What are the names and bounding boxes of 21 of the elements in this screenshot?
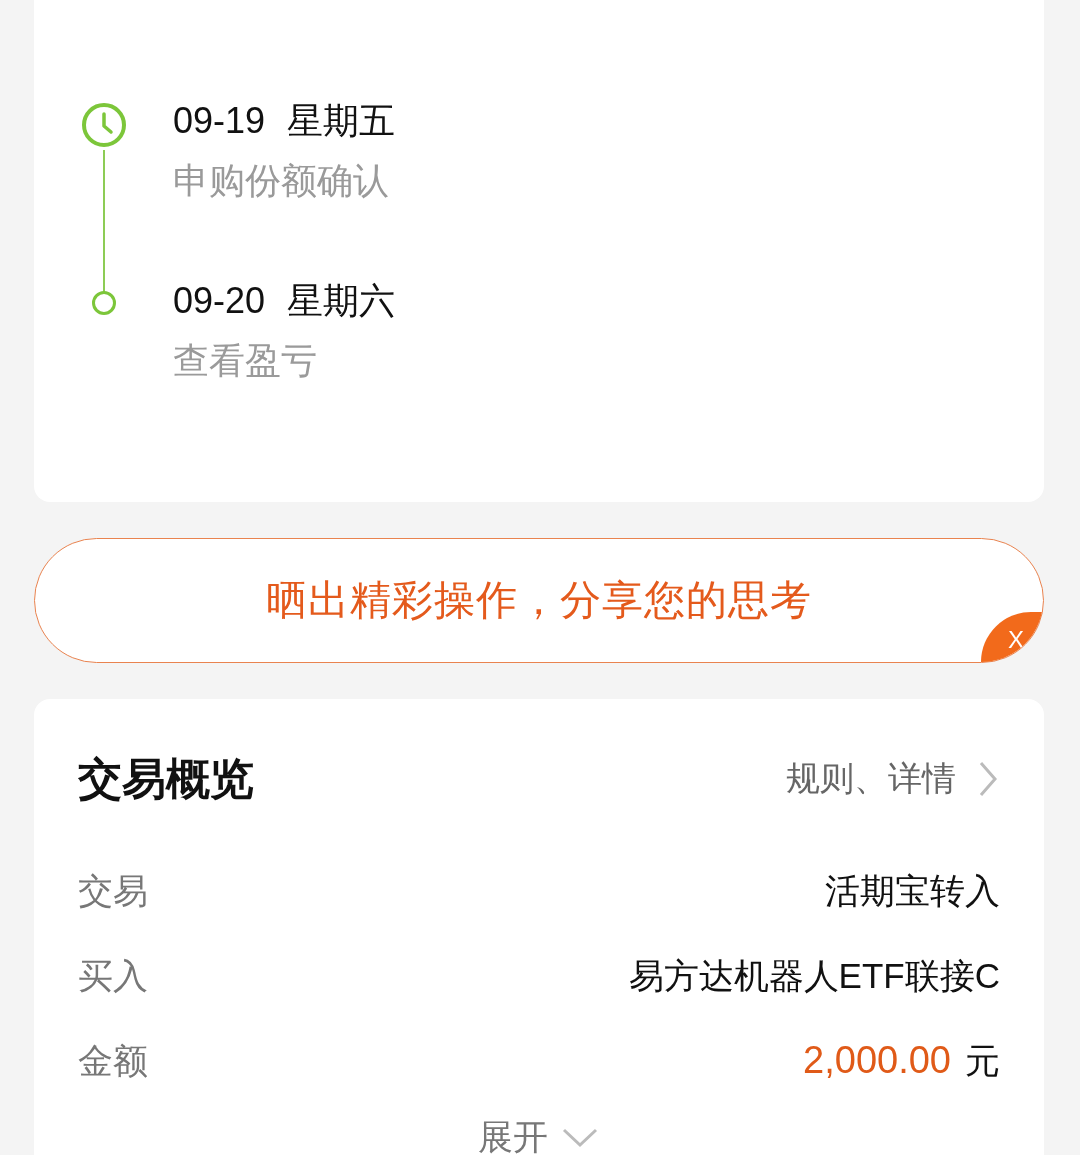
date-text: 09-20 <box>173 280 266 322</box>
step-description: 查看盈亏 <box>173 340 318 382</box>
amount-value: 2,000.00 <box>803 1039 951 1082</box>
row-label: 交易 <box>78 870 148 912</box>
timeline-dot-icon <box>91 290 117 316</box>
row-value: 活期宝转入 <box>825 870 1000 912</box>
row-label: 金额 <box>78 1040 148 1082</box>
row-value: 易方达机器人ETF联接C <box>628 955 1000 997</box>
currency-unit: 元 <box>965 1040 1000 1082</box>
step-description: 申购份额确认 <box>173 160 390 202</box>
close-button[interactable]: X <box>981 612 1043 662</box>
share-banner[interactable]: 晒出精彩操作，分享您的思考 X <box>34 538 1044 663</box>
date-text: 09-19 <box>173 100 266 142</box>
expand-button[interactable]: 展开 <box>478 1114 600 1155</box>
row-label: 买入 <box>78 955 148 997</box>
clock-icon <box>79 100 129 150</box>
section-title: 交易概览 <box>78 752 254 805</box>
weekday-text: 星期六 <box>287 280 396 322</box>
banner-text: 晒出精彩操作，分享您的思考 <box>266 576 812 625</box>
details-link[interactable]: 规则、详情 <box>786 756 1000 802</box>
weekday-text: 星期五 <box>287 100 396 142</box>
